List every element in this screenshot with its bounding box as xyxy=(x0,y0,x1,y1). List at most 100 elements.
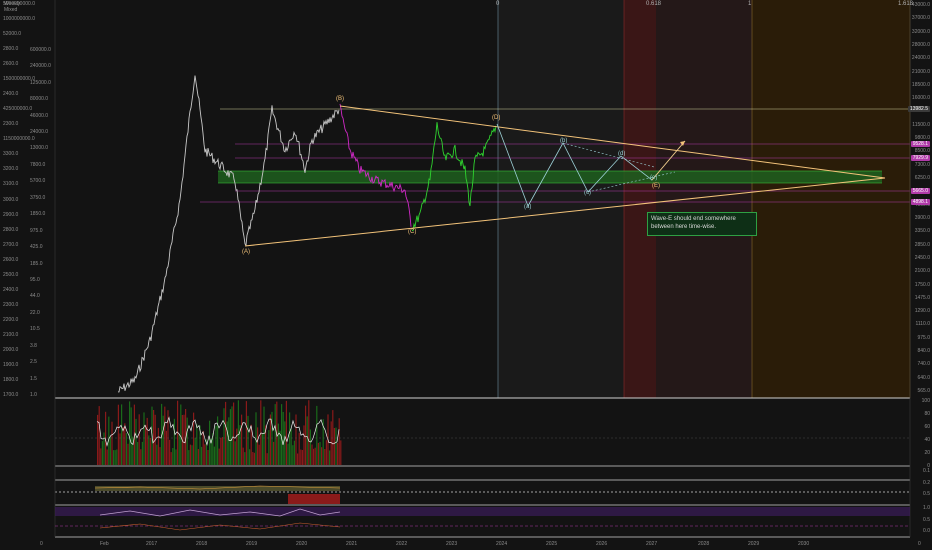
left-axis-tick: 2700.0 xyxy=(3,241,19,248)
volume-bar xyxy=(303,425,305,465)
bottom-panel-line xyxy=(99,522,341,531)
left-axis-tick: 3200.0 xyxy=(3,166,19,173)
x-axis-tick: 2026 xyxy=(596,541,608,547)
left-axis-tick-inner: 600000.0 xyxy=(30,46,51,53)
volume-bar xyxy=(281,404,283,465)
volume-bar xyxy=(172,448,174,465)
volume-bar xyxy=(121,404,123,465)
oscillator-tick: 60 xyxy=(924,424,930,430)
volume-bar xyxy=(138,414,140,465)
zone-dark-red xyxy=(656,0,752,398)
right-axis-tick: 11500.0 xyxy=(912,121,930,128)
annotation-callout[interactable]: Wave-E should end somewhere between here… xyxy=(647,212,757,236)
left-axis-tick-inner: 185.0 xyxy=(30,260,43,267)
right-axis-tick: 24000.0 xyxy=(911,55,930,62)
left-axis-tick: 1800.0 xyxy=(3,376,19,383)
volume-bar xyxy=(301,450,303,465)
green-zone xyxy=(218,171,882,183)
left-axis-tick-inner: 975.0 xyxy=(30,227,43,234)
volume-bar xyxy=(116,449,118,465)
right-axis-tick: 2450.0 xyxy=(914,254,930,261)
volume-bar xyxy=(313,448,315,465)
volume-bar xyxy=(247,415,249,465)
volume-bar xyxy=(261,434,263,465)
trading-chart[interactable]: 5000000000.0 1000000000.0 52000.0 2800.0 260… xyxy=(0,0,932,550)
x-axis-tick: 2027 xyxy=(646,541,658,547)
volume-bar xyxy=(191,445,193,465)
oscillator-tick: 20 xyxy=(924,450,930,456)
volume-bar xyxy=(183,414,185,465)
volume-bar xyxy=(253,452,255,465)
volume-bar xyxy=(140,449,142,465)
volume-bar xyxy=(146,417,148,465)
price-segment xyxy=(118,75,340,393)
fib-label-0618: 0.618 xyxy=(646,1,662,7)
left-axis-tick: 2300.0 xyxy=(3,121,19,128)
left-axis-tick: 2100.0 xyxy=(3,331,19,338)
price-segment xyxy=(339,103,412,227)
volume-bar xyxy=(225,401,227,465)
left-axis-tick-inner: 13000.0 xyxy=(30,145,49,152)
left-axis-tick-inner: 1850.0 xyxy=(30,211,46,218)
volume-bar xyxy=(98,406,100,465)
volume-bar xyxy=(189,444,191,465)
volume-bar xyxy=(178,434,180,465)
small-panel-tick: 0.2 xyxy=(923,480,930,486)
volume-bar xyxy=(258,444,260,465)
oscillator-tick: 80 xyxy=(924,411,930,417)
volume-bar xyxy=(220,438,222,465)
chart-canvas[interactable] xyxy=(0,0,932,550)
annotation-line-2: between here time-wise. xyxy=(651,224,717,230)
left-axis-tick: 2400.0 xyxy=(3,286,19,293)
left-axis-tick: 2200.0 xyxy=(3,316,19,323)
volume-bar xyxy=(165,430,167,465)
volume-bar xyxy=(129,401,131,465)
fib-label-1: 1 xyxy=(748,1,752,7)
wave-label-c: (c) xyxy=(584,190,591,196)
x-axis-tick: 2025 xyxy=(546,541,558,547)
volume-bar xyxy=(300,449,302,465)
volume-bar xyxy=(311,444,313,465)
x-axis-tick: 2022 xyxy=(396,541,408,547)
x-axis-tick: 2024 xyxy=(496,541,508,547)
right-axis-tick: 7300.0 xyxy=(914,161,930,168)
volume-bar xyxy=(260,400,262,465)
volume-bar xyxy=(148,435,150,465)
volume-bar xyxy=(170,452,172,465)
volume-bar xyxy=(175,449,177,465)
price-tag: 13982.5 xyxy=(907,106,930,112)
volume-bar xyxy=(135,418,137,465)
left-axis-tick-inner: 1.0 xyxy=(30,392,37,398)
volume-bar xyxy=(282,412,284,465)
small-panel-tick: 0.0 xyxy=(923,528,930,534)
wave-label-b: (b) xyxy=(560,138,568,144)
x-axis-tick: 2021 xyxy=(346,541,358,547)
left-axis-tick: 2900.0 xyxy=(3,211,19,218)
left-axis-tick-inner: 80000.0 xyxy=(30,96,49,103)
volume-bar xyxy=(241,414,243,465)
volume-bar xyxy=(215,425,217,465)
wave-label-A: (A) xyxy=(242,249,250,255)
volume-bar xyxy=(277,423,279,465)
left-axis-tick: 3100.0 xyxy=(3,181,19,188)
oscillator-tick: 100 xyxy=(921,398,930,404)
x-axis-tick: 2018 xyxy=(196,541,208,547)
volume-bar xyxy=(298,432,300,465)
volume-bar xyxy=(340,440,342,465)
price-tag: 7929.9 xyxy=(910,155,930,161)
annotation-line-1: Wave-E should end somewhere xyxy=(651,216,736,222)
left-axis-tick: 2600.0 xyxy=(3,256,19,263)
left-axis-tick: 2400.0 xyxy=(3,91,19,98)
bottom-left-label: 0 xyxy=(40,541,43,547)
volume-bar xyxy=(335,427,337,465)
volume-bar xyxy=(106,449,108,465)
x-axis-tick: 2019 xyxy=(246,541,258,547)
volume-bar xyxy=(325,440,327,465)
bottom-right-label: 0 xyxy=(918,541,921,547)
volume-bar xyxy=(289,412,291,465)
wave-label-C: (C) xyxy=(408,229,417,235)
volume-bar xyxy=(114,450,116,465)
scale-mode-label: Mixed xyxy=(4,7,18,13)
volume-bar xyxy=(100,448,102,465)
right-axis-tick: 6250.0 xyxy=(914,175,930,182)
